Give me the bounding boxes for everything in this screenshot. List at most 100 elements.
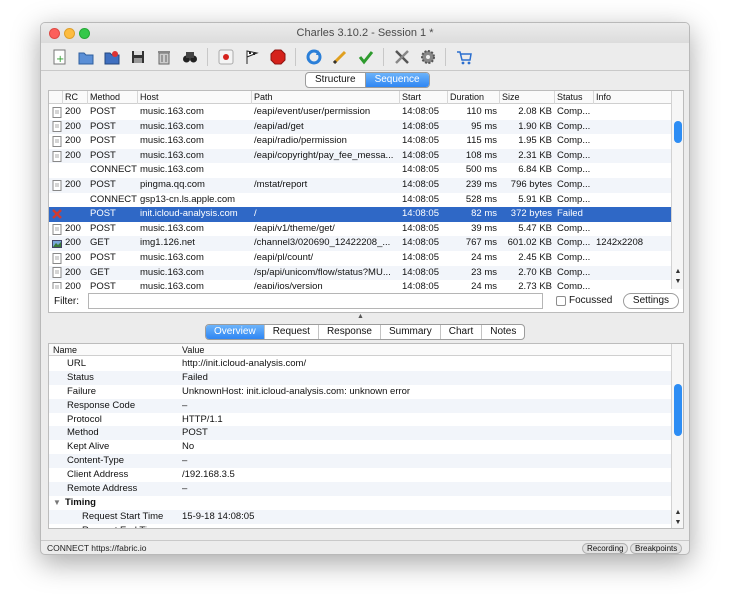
table-row[interactable]: 200 POST music.163.com/eapi/radio/permissi… bbox=[49, 134, 671, 149]
cell-path: / bbox=[254, 208, 257, 220]
table-row[interactable]: 200 GET music.163.com/sp/api/unicom/flow/s… bbox=[49, 265, 671, 281]
cell-start: 14:08:05 bbox=[402, 120, 439, 132]
breakpoints-icon[interactable] bbox=[267, 46, 289, 68]
open-session-icon[interactable] bbox=[75, 46, 97, 68]
settings-button[interactable]: Settings bbox=[623, 293, 679, 309]
column-method[interactable]: Method bbox=[88, 91, 138, 104]
document-icon bbox=[49, 120, 63, 135]
scroll-down-arrow[interactable]: ▼ bbox=[673, 518, 683, 527]
column-name[interactable]: Name bbox=[53, 344, 77, 356]
structure-tab[interactable]: Structure bbox=[306, 73, 365, 87]
import-icon[interactable] bbox=[101, 46, 123, 68]
cell-info bbox=[594, 222, 671, 237]
overview-row[interactable]: Response Code – bbox=[49, 398, 671, 413]
table-row[interactable]: 200 POST music.163.com/eapi/pl/count/14:08… bbox=[49, 251, 671, 266]
table-row[interactable]: 200 POST pingma.qq.com/mstat/report 14:08:0… bbox=[49, 177, 671, 193]
disclosure-triangle-icon[interactable]: ▼ bbox=[53, 496, 61, 510]
cell-path: /eapi/pl/count/ bbox=[254, 251, 314, 263]
table-row[interactable]: 200 POST music.163.com/eapi/ad/get 14:08:05… bbox=[49, 119, 671, 135]
overview-row[interactable]: ▼ Timing bbox=[49, 496, 671, 510]
table-row[interactable]: 200 POST music.163.com/eapi/copyright/pay_… bbox=[49, 148, 671, 164]
table-row[interactable]: CONNECT music.163.com 14:08:05 500 ms 6.84 K… bbox=[49, 163, 671, 178]
save-icon[interactable] bbox=[127, 46, 149, 68]
recording-button[interactable]: Recording bbox=[582, 543, 629, 554]
column-start[interactable]: Start bbox=[400, 91, 448, 104]
scroll-up-arrow[interactable]: ▲ bbox=[673, 267, 683, 276]
tab-overview[interactable]: Overview bbox=[206, 325, 264, 339]
column-status[interactable]: Status bbox=[555, 91, 594, 104]
column-info[interactable]: Info bbox=[594, 91, 671, 104]
table-row[interactable]: 200 GET img1.126.net/channel3/020690_12422… bbox=[49, 236, 671, 251]
cell-method: POST bbox=[90, 281, 116, 289]
tab-summary[interactable]: Summary bbox=[379, 325, 440, 339]
tab-response[interactable]: Response bbox=[317, 325, 380, 339]
find-icon[interactable] bbox=[179, 46, 201, 68]
throttle-icon[interactable] bbox=[241, 46, 263, 68]
table-scrollbar[interactable]: ▲ ▼ bbox=[671, 91, 683, 289]
overview-row[interactable]: Content-Type – bbox=[49, 454, 671, 469]
overview-row[interactable]: URL http://init.icloud-analysis.com/ bbox=[49, 357, 671, 371]
field-name: Client Address bbox=[67, 469, 129, 481]
table-row[interactable]: 200 POST music.163.com/eapi/ios/version 14:… bbox=[49, 280, 671, 289]
column-rc[interactable]: RC bbox=[63, 91, 88, 104]
breakpoints-button[interactable]: Breakpoints bbox=[630, 543, 683, 554]
validate-icon[interactable] bbox=[355, 46, 377, 68]
cell-path: /eapi/ad/get bbox=[254, 120, 304, 132]
record-icon[interactable] bbox=[215, 46, 237, 68]
overview-row[interactable]: Kept Alive No bbox=[49, 440, 671, 454]
column-path[interactable]: Path bbox=[252, 91, 400, 104]
scroll-thumb[interactable] bbox=[674, 121, 682, 143]
table-row[interactable]: POST init.icloud-analysis.com / 14:08:05 82 … bbox=[49, 207, 671, 222]
title-bar: Charles 3.10.2 - Session 1 * bbox=[41, 23, 689, 43]
settings-icon[interactable] bbox=[417, 46, 439, 68]
overview-row[interactable]: Status Failed bbox=[49, 370, 671, 385]
cell-status: Comp... bbox=[557, 222, 591, 234]
overview-row[interactable]: Remote Address – bbox=[49, 482, 671, 496]
scroll-down-arrow[interactable]: ▼ bbox=[673, 277, 683, 286]
tab-request[interactable]: Request bbox=[263, 325, 318, 339]
filter-input[interactable] bbox=[88, 293, 543, 309]
minimize-window-button[interactable] bbox=[64, 28, 75, 39]
overview-row[interactable]: Client Address/192.168.3.5 bbox=[49, 468, 671, 482]
sequence-tab[interactable]: Sequence bbox=[364, 73, 429, 87]
column-size[interactable]: Size bbox=[500, 91, 555, 104]
column-icon[interactable] bbox=[49, 91, 63, 104]
new-session-icon[interactable]: + bbox=[49, 46, 71, 68]
column-value[interactable]: Value bbox=[182, 344, 204, 356]
focussed-checkbox[interactable] bbox=[556, 296, 566, 306]
column-host[interactable]: Host bbox=[138, 91, 252, 104]
trash-icon[interactable] bbox=[153, 46, 175, 68]
field-value: HTTP/1.1 bbox=[182, 413, 223, 425]
cell-duration: 110 ms bbox=[466, 106, 497, 117]
repeat-icon[interactable] bbox=[303, 46, 325, 68]
overview-row[interactable]: Method POST bbox=[49, 426, 671, 441]
cell-size: 601.02 KB bbox=[507, 237, 552, 249]
tab-notes[interactable]: Notes bbox=[481, 325, 524, 339]
overview-scrollbar[interactable]: ▲ ▼ bbox=[671, 344, 683, 528]
close-window-button[interactable] bbox=[49, 28, 60, 39]
tools-icon[interactable] bbox=[391, 46, 413, 68]
scroll-thumb[interactable] bbox=[674, 384, 682, 436]
cell-duration: 115 ms bbox=[466, 135, 497, 147]
scroll-up-arrow[interactable]: ▲ bbox=[673, 508, 683, 517]
blank-icon bbox=[49, 163, 63, 178]
overview-row[interactable]: Request End Time bbox=[49, 524, 671, 528]
cell-start: 14:08:05 bbox=[402, 193, 439, 205]
overview-row[interactable]: Request Start Time 15-9-18 14:08:05 bbox=[49, 509, 671, 524]
overview-row[interactable]: Failure UnknownHost: init.icloud-analysis… bbox=[49, 385, 671, 399]
table-row[interactable]: CONNECT gsp13-cn.ls.apple.com 14:08:05 528 … bbox=[49, 193, 671, 208]
cell-info bbox=[594, 251, 671, 266]
cell-method: POST bbox=[90, 208, 116, 220]
shopping-cart-icon[interactable] bbox=[453, 46, 475, 68]
edit-icon[interactable] bbox=[329, 46, 351, 68]
zoom-window-button[interactable] bbox=[79, 28, 90, 39]
overview-row[interactable]: Protocol HTTP/1.1 bbox=[49, 413, 671, 427]
table-row[interactable]: 200 POST music.163.com/eapi/event/user/per… bbox=[49, 105, 671, 120]
column-duration[interactable]: Duration bbox=[448, 91, 500, 104]
cell-size: 6.84 KB bbox=[518, 164, 552, 176]
field-value: /192.168.3.5 bbox=[182, 469, 235, 481]
tab-chart[interactable]: Chart bbox=[439, 325, 481, 339]
cell-info: 1242x2208 bbox=[596, 237, 644, 249]
table-row[interactable]: 200 POST music.163.com/eapi/v1/theme/get/1… bbox=[49, 222, 671, 237]
splitter-arrow-icon[interactable]: ▲ bbox=[357, 313, 364, 320]
